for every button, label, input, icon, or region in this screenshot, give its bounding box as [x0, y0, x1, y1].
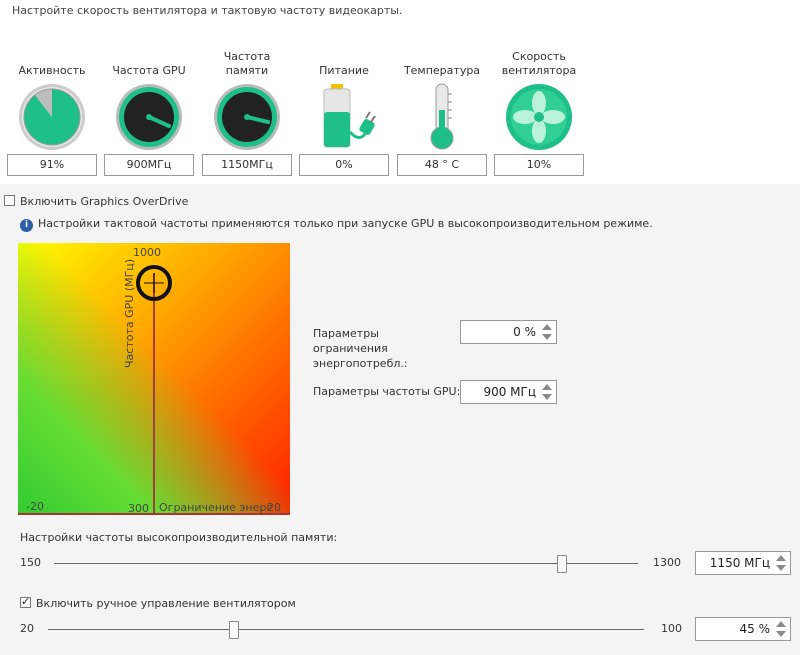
spin-down-icon[interactable] [542, 394, 552, 400]
memory-clock-label: Настройки частоты высокопроизводительной… [20, 531, 338, 544]
gauge-label: Частота памяти [223, 50, 271, 77]
gauge-value: 10% [494, 154, 584, 176]
spin-up-icon[interactable] [776, 555, 786, 561]
spin-down-icon[interactable] [776, 631, 786, 637]
gauge-label: Активность [18, 64, 86, 77]
memory-min-label: 150 [20, 556, 41, 569]
spin-up-icon[interactable] [776, 621, 786, 627]
gpu-clock-spinbox[interactable]: 900 МГц [460, 380, 557, 404]
gauge-value: 0% [299, 154, 389, 176]
activity-gauge-icon [17, 82, 87, 152]
gauge-gpu-clock: Частота GPU 900МГц [103, 46, 195, 176]
spin-up-icon[interactable] [542, 384, 552, 390]
memory-clock-value: 1150 МГц [709, 556, 770, 570]
graph-x-axis-label: Ограничение энерг [159, 501, 273, 514]
overdrive-checkbox[interactable] [4, 195, 15, 206]
spin-up-icon[interactable] [542, 324, 552, 330]
fan-speed-spinbox[interactable]: 45 % [695, 617, 791, 641]
gauge-value: 91% [7, 154, 97, 176]
fan-max-label: 100 [661, 622, 682, 635]
fan-min-label: 20 [20, 622, 34, 635]
memory-slider-thumb[interactable] [556, 555, 567, 573]
clock-notice: i Настройки тактовой частоты применяются … [20, 217, 653, 232]
gpu-clock-value: 900 МГц [483, 385, 536, 399]
spin-arrows[interactable] [540, 383, 554, 401]
thermometer-icon [407, 82, 477, 152]
graph-x-left-label: -20 [26, 500, 44, 513]
graph-y-bottom-label: 300 [128, 502, 149, 515]
spin-down-icon[interactable] [542, 334, 552, 340]
battery-plug-icon [309, 82, 379, 152]
gauge-power: Питание 0% [298, 46, 390, 176]
graph-y-top-label: 1000 [133, 246, 161, 259]
info-icon: i [20, 219, 33, 232]
gauge-fan-speed: Скорость вентилятора 10% [493, 46, 585, 176]
fan-manual-label: Включить ручное управление вентилятором [36, 597, 296, 610]
overdrive-graph[interactable]: 1000 Частота GPU (МГц) -20 300 Ограничен… [18, 243, 290, 515]
gpu-clock-label: Параметры частоты GPU: [313, 385, 461, 398]
gpu-clock-gauge-icon [114, 82, 184, 152]
power-limit-spinbox[interactable]: 0 % [460, 320, 557, 344]
gauge-activity: Активность 91% [6, 46, 98, 176]
graph-x-right-label: 20 [267, 501, 281, 514]
fan-slider-thumb[interactable] [229, 621, 240, 639]
gauge-label: Скорость вентилятора [501, 50, 577, 77]
memory-clock-spinbox[interactable]: 1150 МГц [695, 551, 791, 575]
gauge-label: Питание [319, 64, 369, 77]
gauge-value: 900МГц [104, 154, 194, 176]
fan-manual-checkbox[interactable] [20, 595, 31, 608]
gauge-temperature: Температура 48 ° C [396, 46, 488, 176]
gauge-label: Частота GPU [112, 64, 186, 77]
fan-icon [504, 82, 574, 152]
power-limit-label: Параметры ограничения энергопотребл.: [313, 327, 408, 370]
fan-slider-track[interactable] [48, 629, 644, 630]
spin-arrows[interactable] [540, 323, 554, 341]
fan-speed-value: 45 % [739, 622, 771, 636]
overdrive-toggle[interactable]: Включить Graphics OverDrive [4, 195, 188, 208]
spin-down-icon[interactable] [776, 565, 786, 571]
graph-vertical-line [153, 273, 155, 513]
gauge-memory-clock: Частота памяти 1150МГц [201, 46, 293, 176]
graph-crosshair-handle[interactable] [135, 264, 173, 302]
spin-arrows[interactable] [774, 620, 788, 638]
fan-manual-toggle[interactable]: Включить ручное управление вентилятором [20, 595, 296, 610]
gauge-value: 1150МГц [202, 154, 292, 176]
memory-clock-gauge-icon [212, 82, 282, 152]
notice-text: Настройки тактовой частоты применяются т… [38, 217, 653, 230]
spin-arrows[interactable] [774, 554, 788, 572]
memory-slider-track[interactable] [54, 563, 638, 564]
power-limit-value: 0 % [513, 325, 536, 339]
page-title: Настройте скорость вентилятора и тактову… [12, 4, 403, 17]
memory-max-label: 1300 [653, 556, 681, 569]
gauge-value: 48 ° C [397, 154, 487, 176]
gauge-label: Температура [403, 64, 481, 77]
overdrive-label: Включить Graphics OverDrive [20, 195, 189, 208]
